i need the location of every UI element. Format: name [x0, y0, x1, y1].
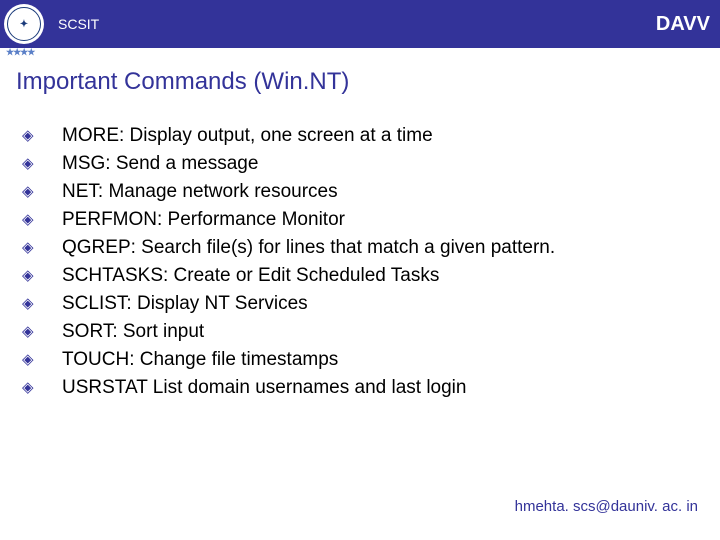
- diamond-bullet-icon: ◈: [22, 236, 62, 260]
- list-item-text: SCLIST: Display NT Services: [62, 292, 308, 316]
- list-item: ◈MORE: Display output, one screen at a t…: [22, 124, 720, 148]
- list-item-text: PERFMON: Performance Monitor: [62, 208, 345, 232]
- list-item: ◈NET: Manage network resources: [22, 180, 720, 204]
- list-item-text: TOUCH: Change file timestamps: [62, 348, 338, 372]
- header-left-text: SCSIT: [58, 16, 99, 32]
- list-item-text: QGREP: Search file(s) for lines that mat…: [62, 236, 555, 260]
- list-item-text: MORE: Display output, one screen at a ti…: [62, 124, 433, 148]
- diamond-bullet-icon: ◈: [22, 152, 62, 176]
- list-item: ◈SCLIST: Display NT Services: [22, 292, 720, 316]
- list-item-text: SCHTASKS: Create or Edit Scheduled Tasks: [62, 264, 439, 288]
- diamond-bullet-icon: ◈: [22, 376, 62, 400]
- list-item-text: SORT: Sort input: [62, 320, 204, 344]
- header-right-text: DAVV: [656, 13, 710, 36]
- footer-email: hmehta. scs@dauniv. ac. in: [515, 498, 698, 515]
- list-item: ◈TOUCH: Change file timestamps: [22, 348, 720, 372]
- diamond-bullet-icon: ◈: [22, 180, 62, 204]
- diamond-bullet-icon: ◈: [22, 124, 62, 148]
- diamond-bullet-icon: ◈: [22, 264, 62, 288]
- header-left: ✦ ★★★★ SCSIT: [4, 4, 99, 44]
- diamond-bullet-icon: ◈: [22, 208, 62, 232]
- logo-stars: ★★★★: [6, 47, 34, 58]
- list-item: ◈MSG: Send a message: [22, 152, 720, 176]
- diamond-bullet-icon: ◈: [22, 320, 62, 344]
- list-item-text: MSG: Send a message: [62, 152, 258, 176]
- list-item: ◈SORT: Sort input: [22, 320, 720, 344]
- list-item: ◈PERFMON: Performance Monitor: [22, 208, 720, 232]
- logo-icon: ✦ ★★★★: [4, 4, 44, 44]
- list-item: ◈SCHTASKS: Create or Edit Scheduled Task…: [22, 264, 720, 288]
- page-title: Important Commands (Win.NT): [16, 68, 720, 96]
- diamond-bullet-icon: ◈: [22, 292, 62, 316]
- list-item-text: NET: Manage network resources: [62, 180, 338, 204]
- list-item: ◈QGREP: Search file(s) for lines that ma…: [22, 236, 720, 260]
- diamond-bullet-icon: ◈: [22, 348, 62, 372]
- bullet-list: ◈MORE: Display output, one screen at a t…: [22, 124, 720, 400]
- list-item: ◈USRSTAT List domain usernames and last …: [22, 376, 720, 400]
- list-item-text: USRSTAT List domain usernames and last l…: [62, 376, 466, 400]
- header-bar: ✦ ★★★★ SCSIT DAVV: [0, 0, 720, 48]
